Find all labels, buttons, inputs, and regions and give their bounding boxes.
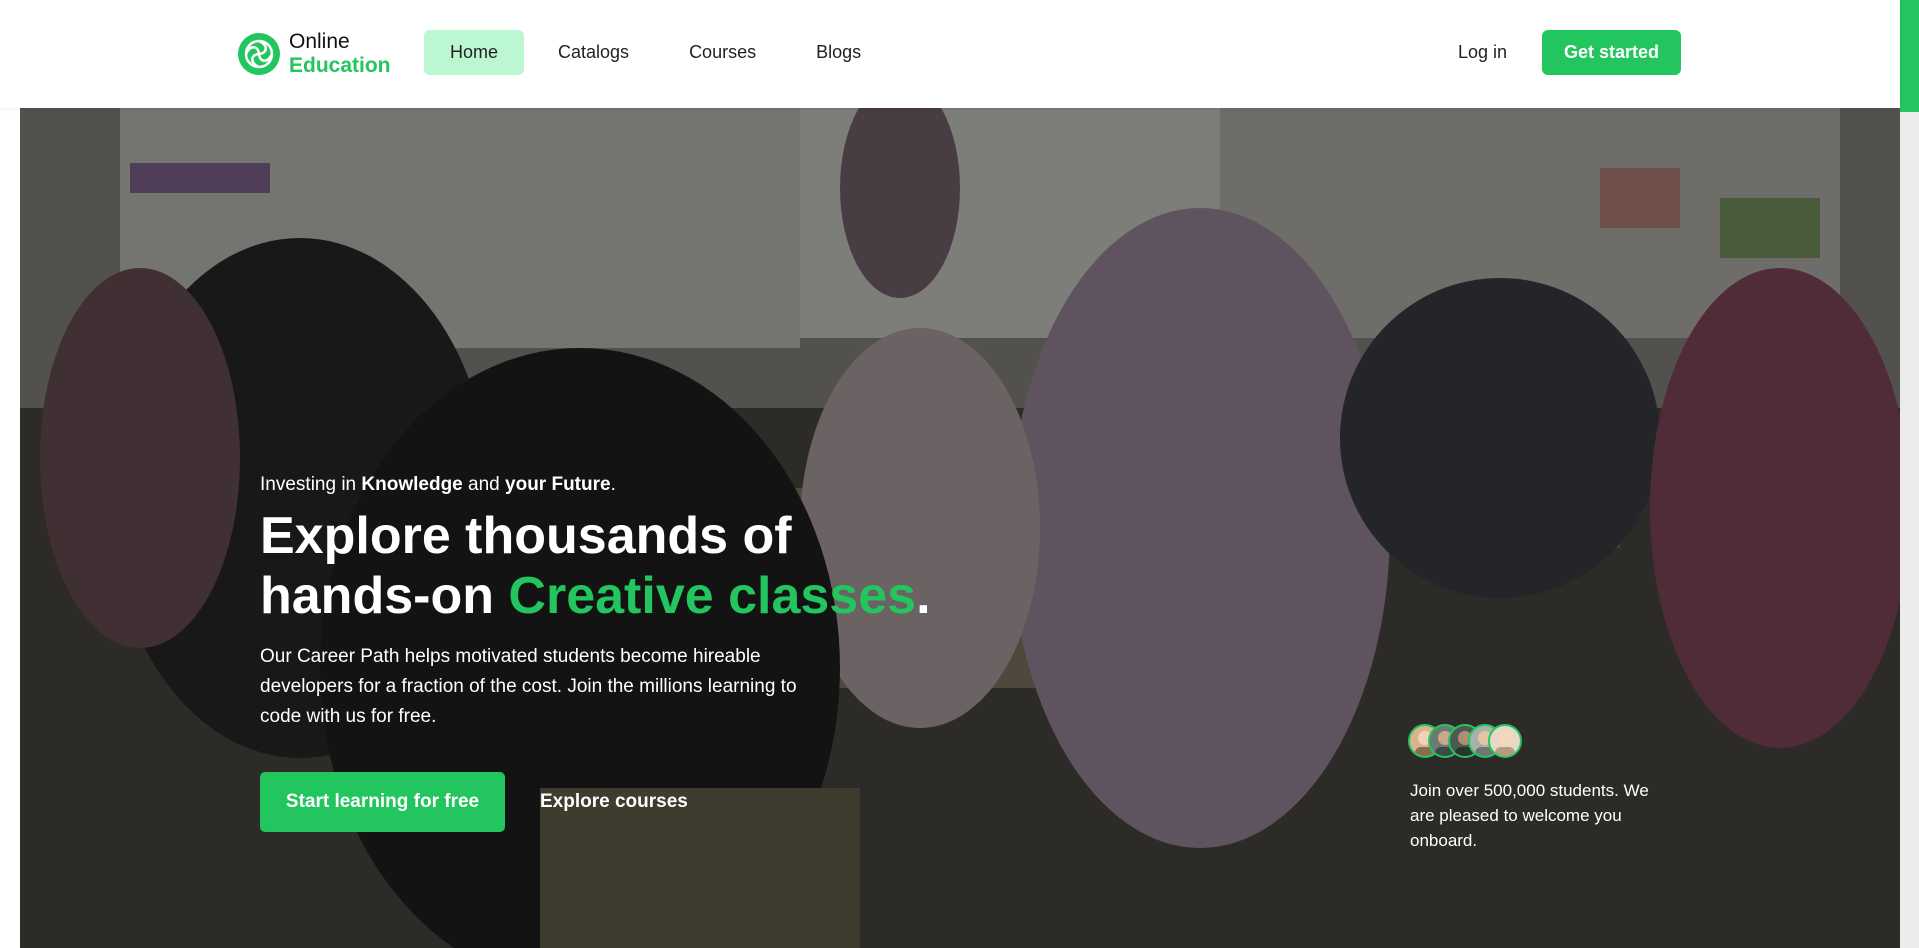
headline-suffix: . bbox=[916, 567, 931, 625]
headline-line1: Explore thousands of bbox=[260, 507, 792, 565]
nav-item-catalogs[interactable]: Catalogs bbox=[532, 30, 655, 75]
logo-swirl-icon bbox=[238, 33, 280, 75]
tagline-suffix: . bbox=[610, 474, 616, 495]
brand-name-line1: Online bbox=[289, 30, 350, 53]
login-link[interactable]: Log in bbox=[1458, 30, 1507, 75]
brand-name: Online Education bbox=[289, 30, 391, 78]
brand-logo[interactable]: Online Education bbox=[238, 30, 391, 78]
site-header: Online Education Home Catalogs Courses B… bbox=[0, 0, 1900, 108]
tagline-prefix: Investing in bbox=[260, 474, 362, 495]
brand-name-line2: Education bbox=[289, 54, 391, 77]
explore-courses-link[interactable]: Explore courses bbox=[540, 772, 688, 832]
nav-item-courses[interactable]: Courses bbox=[663, 30, 782, 75]
hero-tagline: Investing in Knowledge and your Future. bbox=[260, 474, 616, 496]
nav-item-blogs[interactable]: Blogs bbox=[790, 30, 887, 75]
page-scrollbar-track[interactable] bbox=[1900, 0, 1919, 948]
page-scrollbar-thumb[interactable] bbox=[1900, 0, 1919, 112]
tagline-knowledge: Knowledge bbox=[361, 474, 463, 495]
tagline-future: your Future bbox=[505, 474, 611, 495]
get-started-button[interactable]: Get started bbox=[1542, 30, 1681, 75]
start-learning-button[interactable]: Start learning for free bbox=[260, 772, 505, 832]
headline-line2-prefix: hands-on bbox=[260, 567, 509, 625]
student-avatar bbox=[1488, 724, 1522, 758]
tagline-middle: and bbox=[462, 474, 506, 495]
hero-section: Investing in Knowledge and your Future. … bbox=[20, 108, 1900, 948]
student-avatar-stack bbox=[1408, 724, 1538, 762]
social-proof-text: Join over 500,000 students. We are pleas… bbox=[1410, 781, 1649, 850]
nav-item-home[interactable]: Home bbox=[424, 30, 525, 75]
headline-accent: Creative classes bbox=[508, 567, 917, 625]
hero-headline: Explore thousands of hands-on Creative cl… bbox=[260, 506, 1020, 626]
main-nav: Home Catalogs Courses Blogs bbox=[424, 30, 895, 75]
hero-description: Our Career Path helps motivated students… bbox=[260, 646, 797, 727]
